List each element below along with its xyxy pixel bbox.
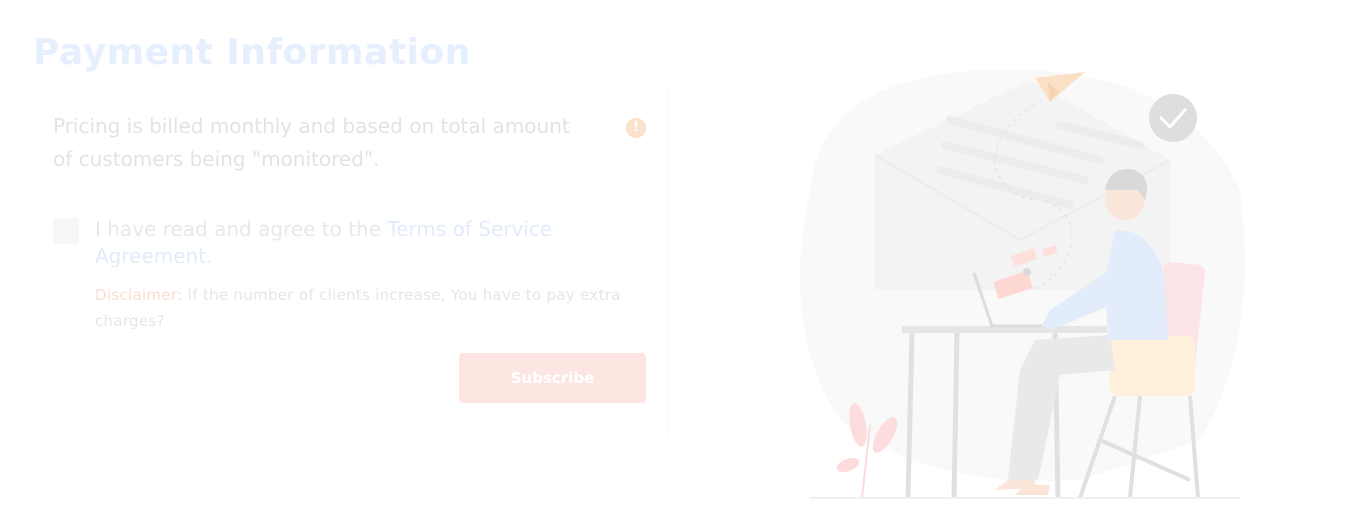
subscribe-button[interactable]: Subscribe [459, 353, 646, 403]
page-title: Payment Information [33, 32, 471, 73]
check-circle-icon [1149, 94, 1197, 142]
agree-checkbox[interactable] [53, 218, 79, 244]
agree-label: I have read and agree to the Terms of Se… [95, 216, 565, 270]
person-at-desk-illustration [800, 69, 1245, 499]
agree-prefix: I have read and agree to the [95, 217, 388, 241]
pricing-description: Pricing is billed monthly and based on t… [53, 114, 570, 171]
disclaimer: Disclaimer: If the number of clients inc… [95, 282, 640, 334]
disclaimer-label: Disclaimer: [95, 286, 183, 304]
info-icon[interactable]: ! [626, 118, 646, 138]
